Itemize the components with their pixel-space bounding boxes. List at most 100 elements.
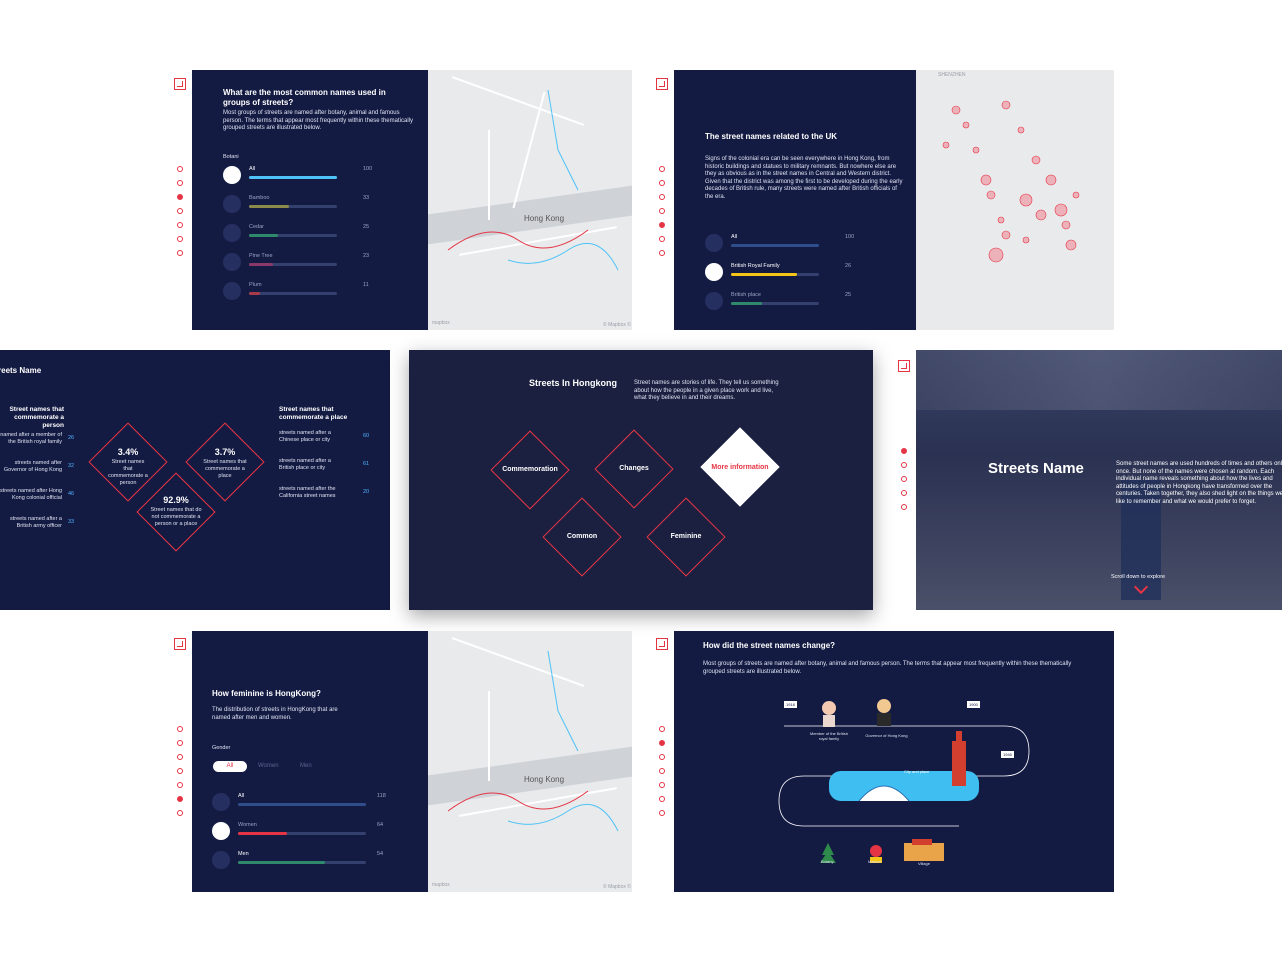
commemoration-button[interactable]: Commemoration — [485, 466, 575, 473]
logo-icon[interactable] — [656, 638, 668, 650]
stat-row[interactable]: Pine Tree 23 — [223, 253, 369, 271]
slide-changes: How did the street names change? Most gr… — [674, 631, 1114, 892]
logo-icon[interactable] — [174, 78, 186, 90]
row-value: 23 — [363, 253, 370, 259]
tab-all[interactable]: All — [213, 761, 247, 772]
flag-1900: 1900 — [967, 701, 980, 708]
row-value: 100 — [845, 234, 855, 240]
stat-row[interactable]: All 118 — [212, 793, 386, 811]
stat-row[interactable]: Men 54 — [212, 851, 383, 869]
row-bar-fill — [249, 205, 289, 208]
hero-body: Some street names are used hundreds of t… — [1116, 461, 1282, 505]
row-value: 54 — [377, 851, 384, 857]
commemorate-count: 60 — [363, 433, 370, 439]
row-bar — [238, 803, 366, 806]
row-bar-fill — [249, 263, 273, 266]
category-icon — [223, 195, 241, 213]
tab-men[interactable]: Men — [300, 761, 312, 772]
row-bar — [731, 302, 819, 305]
commemorate-item: streets named after a British place or c… — [279, 458, 331, 471]
slide-hero-streets-name: Streets Name Some street names are used … — [916, 350, 1282, 610]
commemorate-count: 26 — [68, 435, 75, 441]
left-heading: Street names that commemorate a person — [9, 406, 64, 429]
commemorate-count: 61 — [363, 461, 370, 467]
row-label: Pine Tree — [249, 253, 273, 259]
logo-icon[interactable] — [656, 78, 668, 90]
row-label: Cedar — [249, 224, 264, 230]
diamond-place-text: Street names that commemorate a place — [203, 459, 247, 479]
category-icon — [212, 822, 230, 840]
row-bar — [731, 244, 819, 247]
stat-row[interactable]: British place 25 — [705, 292, 851, 310]
row-bar — [238, 832, 366, 835]
stat-row[interactable]: Women 64 — [212, 822, 383, 840]
stat-row[interactable]: All 100 — [223, 166, 372, 184]
row-bar — [249, 205, 337, 208]
commemorate-item: named after a member of the British roya… — [0, 432, 62, 445]
slide-body: Signs of the colonial era can be seen ev… — [705, 156, 903, 200]
slide-feminine: How feminine is HongKong? The distributi… — [192, 631, 428, 892]
stat-row[interactable]: All 100 — [705, 234, 854, 252]
category-icon — [705, 292, 723, 310]
section-nav-dots[interactable] — [177, 726, 183, 824]
map-credit: © Mapbox © — [603, 884, 631, 890]
row-label: Bamboo — [249, 195, 270, 201]
logo-icon[interactable] — [898, 360, 910, 372]
changes-button[interactable]: Changes — [589, 465, 679, 472]
row-value: 33 — [363, 195, 370, 201]
slide-title: How feminine is HongKong? — [212, 689, 321, 698]
commemorate-count: 20 — [363, 489, 370, 495]
slide-title: The street names related to the UK — [705, 132, 838, 141]
feminine-button[interactable]: Feminine — [641, 533, 731, 540]
map-view[interactable]: Hong Kong mapbox © Mapbox © — [428, 70, 632, 330]
scroll-hint: Scroll down to explore — [1111, 574, 1166, 580]
map-view[interactable]: Hong Kong mapbox © Mapbox © — [428, 631, 632, 892]
common-button[interactable]: Common — [537, 533, 627, 540]
map-city-label: Hong Kong — [524, 775, 565, 784]
tab-women[interactable]: Women — [258, 761, 279, 772]
gender-label: Gender — [212, 745, 231, 751]
label-botany: Botany — [821, 859, 834, 864]
commemorate-item: streets named after Hong Kong colonial o… — [0, 488, 62, 501]
row-bar-fill — [249, 176, 337, 179]
row-value: 25 — [363, 224, 370, 230]
commemorate-count: 46 — [68, 491, 75, 497]
label-mascot: Mascot — [868, 859, 881, 864]
stat-row[interactable]: British Royal Family 26 — [705, 263, 851, 281]
flag-1918: 1918 — [784, 701, 797, 708]
mapbox-logo: mapbox — [432, 320, 450, 326]
section-nav-dots[interactable] — [659, 166, 665, 264]
row-bar — [731, 273, 819, 276]
commemorate-item: streets named after Governor of Hong Kon… — [3, 460, 62, 473]
row-bar-fill — [238, 832, 287, 835]
section-nav-dots[interactable] — [901, 448, 907, 518]
stat-row[interactable]: Cedar 25 — [223, 224, 369, 242]
category-icon — [223, 224, 241, 242]
section-nav-dots[interactable] — [177, 166, 183, 264]
row-bar-fill — [731, 302, 762, 305]
diamond-person-text: Street names that commemorate a person — [108, 459, 148, 486]
slide-streets-name-stats: Streets Name Street names that commemora… — [0, 350, 390, 610]
commemorate-item: streets named after a Chinese place or c… — [279, 430, 331, 443]
commemorate-count: 32 — [68, 463, 75, 469]
stat-row[interactable]: Bamboo 33 — [223, 195, 369, 213]
stat-row[interactable]: Plum 11 — [223, 282, 369, 300]
slide-streets-in-hongkong: Streets In Hongkong Street names are sto… — [409, 350, 873, 610]
map-credit: © Mapbox © — [603, 322, 631, 328]
row-value: 118 — [377, 793, 386, 799]
row-bar — [238, 861, 366, 864]
section-nav-dots[interactable] — [659, 726, 665, 824]
row-value: 11 — [363, 282, 369, 288]
slide-body: Street names are stories of life. They t… — [634, 380, 779, 401]
more-info-button[interactable]: More information — [695, 464, 785, 471]
commemorate-item: streets named after the California stree… — [279, 486, 336, 499]
row-bar — [249, 263, 337, 266]
map-view[interactable]: SHENZHEN — [916, 70, 1114, 330]
row-bar — [249, 234, 337, 237]
row-label: British place — [731, 292, 761, 298]
logo-icon[interactable] — [174, 638, 186, 650]
row-bar-fill — [249, 292, 260, 295]
row-label: Plum — [249, 282, 262, 288]
category-icon — [223, 253, 241, 271]
row-bar-fill — [249, 234, 279, 237]
